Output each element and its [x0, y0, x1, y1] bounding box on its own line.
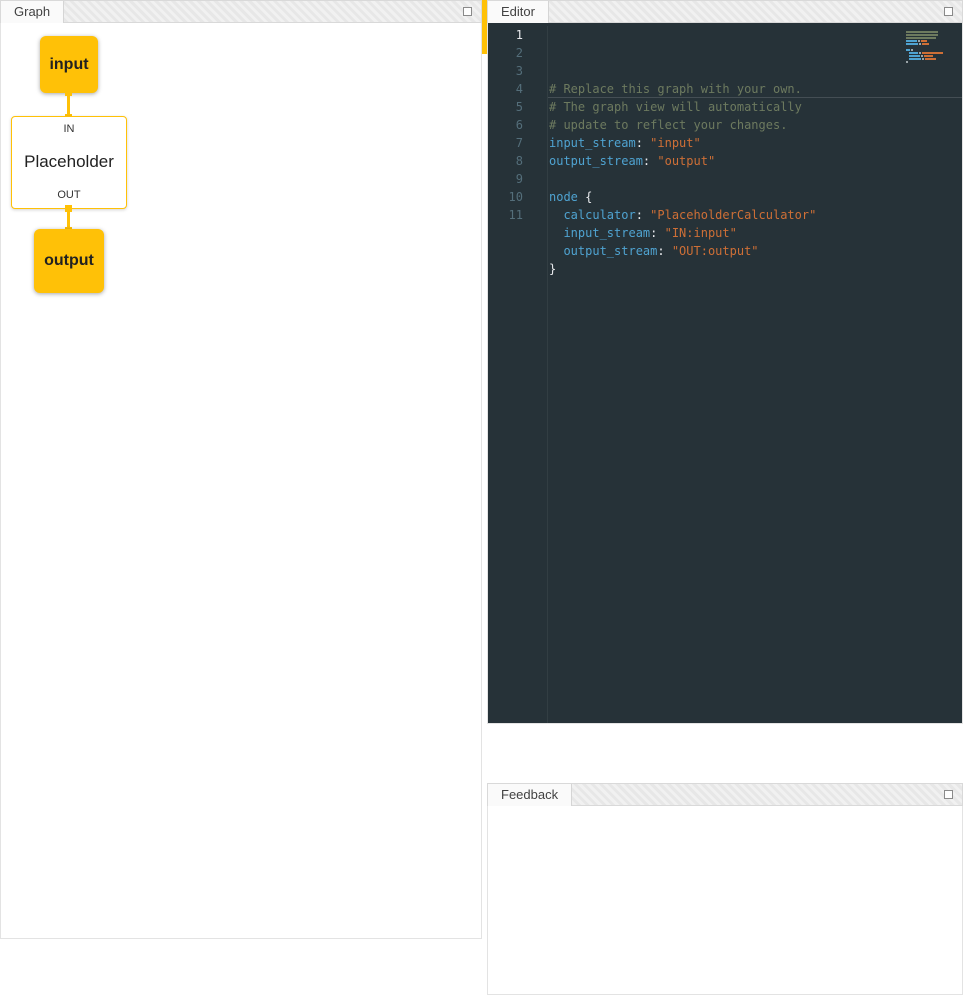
editor-surface[interactable]: 1234567891011 # Replace this graph with …: [487, 23, 963, 724]
code-line[interactable]: output_stream: "output": [548, 152, 962, 170]
tab-editor[interactable]: Editor: [488, 1, 549, 23]
code-line[interactable]: input_stream: "input": [548, 134, 962, 152]
line-number: 10: [488, 188, 523, 206]
graph-maximize-icon[interactable]: [463, 7, 472, 16]
code-line[interactable]: [548, 170, 962, 188]
editor-tabstrip: Editor: [487, 0, 963, 23]
node-placeholder-title: Placeholder: [24, 152, 114, 172]
tab-feedback[interactable]: Feedback: [488, 784, 572, 806]
code-line[interactable]: }: [548, 260, 962, 278]
editor-maximize-icon[interactable]: [944, 7, 953, 16]
node-placeholder[interactable]: IN Placeholder OUT: [11, 116, 127, 209]
editor-minimap[interactable]: [906, 31, 948, 64]
graph-canvas[interactable]: input IN Placeholder OUT output: [0, 23, 482, 939]
code-line[interactable]: # The graph view will automatically: [548, 98, 962, 116]
code-line[interactable]: # Replace this graph with your own.: [548, 80, 962, 98]
node-input[interactable]: input: [40, 36, 98, 93]
line-number: 4: [488, 80, 523, 98]
feedback-body: [487, 806, 963, 995]
code-line[interactable]: # update to reflect your changes.: [548, 116, 962, 134]
editor-code[interactable]: # Replace this graph with your own.# The…: [548, 26, 962, 723]
code-line[interactable]: output_stream: "OUT:output": [548, 242, 962, 260]
line-number: 3: [488, 62, 523, 80]
node-output-label: output: [44, 252, 94, 270]
code-line[interactable]: node {: [548, 188, 962, 206]
line-number: 1: [488, 26, 523, 44]
node-input-label: input: [49, 56, 88, 74]
in-port-label: IN: [64, 123, 75, 135]
editor-gutter: 1234567891011: [488, 26, 548, 723]
line-number: 8: [488, 152, 523, 170]
feedback-panel: Feedback: [487, 783, 963, 995]
feedback-tabstrip: Feedback: [487, 783, 963, 806]
line-number: 2: [488, 44, 523, 62]
node-output[interactable]: output: [34, 229, 104, 293]
graph-panel: Graph input IN Placeholder OUT output: [0, 0, 482, 939]
editor-panel: Editor 1234567891011 # Replace this grap…: [487, 0, 963, 724]
line-number: 11: [488, 206, 523, 224]
tab-graph[interactable]: Graph: [1, 1, 64, 23]
feedback-maximize-icon[interactable]: [944, 790, 953, 799]
line-number: 7: [488, 134, 523, 152]
line-number: 6: [488, 116, 523, 134]
line-number: 5: [488, 98, 523, 116]
line-number: 9: [488, 170, 523, 188]
graph-tabstrip: Graph: [0, 0, 482, 23]
code-line[interactable]: input_stream: "IN:input": [548, 224, 962, 242]
code-line[interactable]: calculator: "PlaceholderCalculator": [548, 206, 962, 224]
out-port-label: OUT: [57, 189, 80, 201]
